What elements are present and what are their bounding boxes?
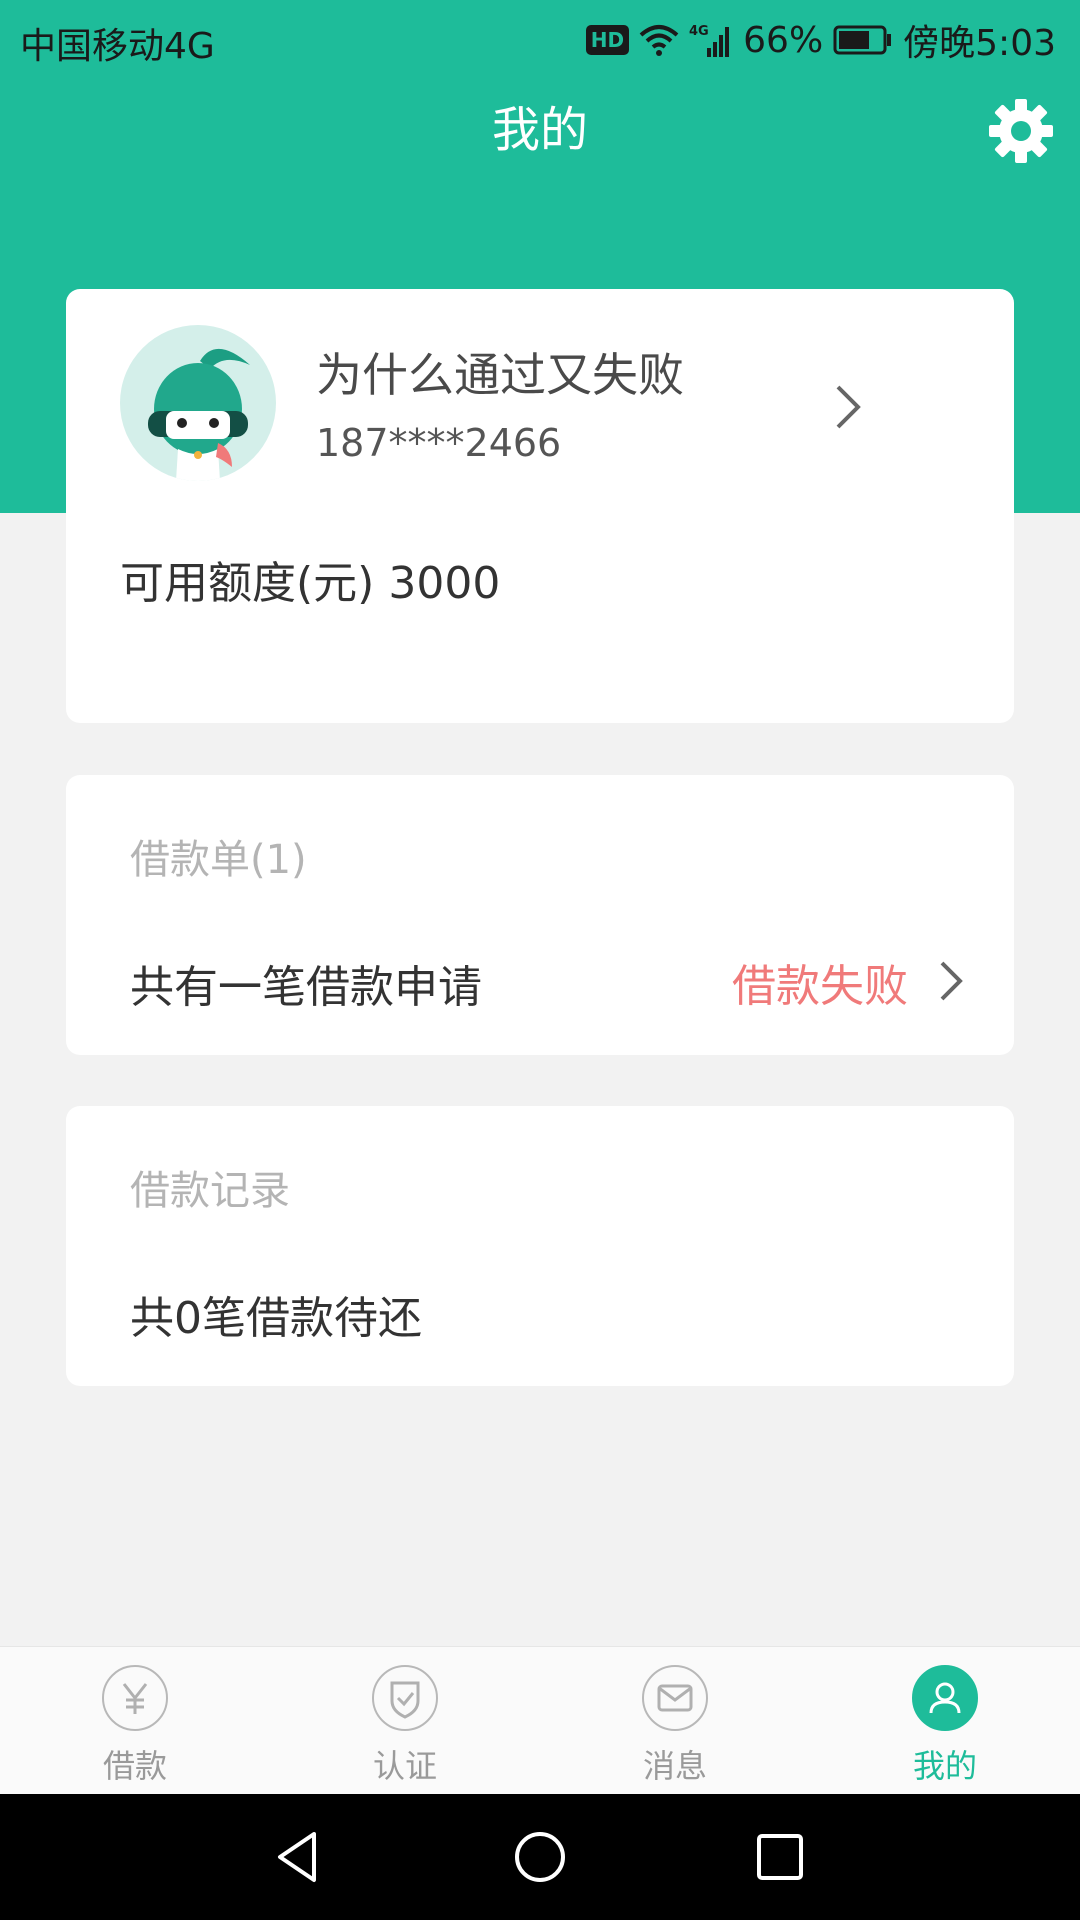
back-icon[interactable] — [266, 1824, 332, 1890]
credit-label: 可用额度(元) — [120, 558, 375, 609]
loan-records-card[interactable]: 借款记录 共0笔借款待还 — [66, 1106, 1014, 1386]
user-name: 为什么通过又失败 — [316, 348, 684, 402]
status-icons: HD 4G 66% 傍晚5:03 — [585, 14, 1056, 66]
tab-verify[interactable]: 认证 — [305, 1647, 505, 1795]
mail-icon — [642, 1665, 708, 1731]
clock: 傍晚5:03 — [903, 23, 1056, 64]
shield-check-icon — [372, 1665, 438, 1731]
settings-button[interactable] — [988, 98, 1054, 164]
svg-text:4G: 4G — [689, 24, 709, 39]
tab-label: 消息 — [642, 1747, 707, 1785]
tab-messages[interactable]: 消息 — [575, 1647, 775, 1795]
bottom-tab-bar: 借款 认证 消息 我的 — [0, 1646, 1080, 1794]
loan-records-heading: 借款记录 — [130, 1168, 290, 1214]
avatar[interactable] — [120, 325, 276, 481]
profile-card[interactable]: 为什么通过又失败 187****2466 可用额度(元) 3000 — [66, 289, 1014, 723]
loan-orders-summary: 共有一笔借款申请 — [130, 962, 482, 1013]
loan-records-summary: 共0笔借款待还 — [130, 1293, 422, 1344]
carrier-label: 中国移动4G — [20, 26, 215, 67]
gear-icon — [989, 99, 1053, 163]
loan-status-badge[interactable]: 借款失败 — [732, 950, 908, 1014]
wifi-icon — [639, 25, 679, 56]
recents-icon[interactable] — [747, 1824, 813, 1890]
battery-percent: 66% — [743, 19, 824, 61]
system-nav-bar — [0, 1794, 1080, 1920]
home-icon[interactable] — [507, 1824, 573, 1890]
status-bar: 中国移动4G HD 4G 66% 傍晚5:03 — [0, 0, 1080, 76]
loan-orders-card[interactable]: 借款单(1) 共有一笔借款申请 借款失败 — [66, 775, 1014, 1055]
loan-orders-heading: 借款单(1) — [130, 837, 307, 883]
chevron-right-icon[interactable] — [934, 955, 968, 1007]
avatar-mascot-icon — [148, 348, 250, 481]
tab-loan[interactable]: 借款 — [35, 1647, 235, 1795]
user-phone: 187****2466 — [316, 421, 562, 465]
hd-icon: HD — [585, 25, 630, 55]
chevron-right-icon[interactable] — [828, 379, 868, 435]
yen-icon — [102, 1665, 168, 1731]
credit-value: 3000 — [388, 558, 501, 609]
credit-row: 可用额度(元) 3000 — [120, 547, 500, 611]
user-icon — [912, 1665, 978, 1731]
tab-mine[interactable]: 我的 — [845, 1647, 1045, 1795]
tab-label: 认证 — [372, 1747, 437, 1785]
page-title: 我的 — [491, 102, 588, 158]
battery-icon — [833, 25, 892, 55]
signal-icon: 4G — [689, 24, 730, 57]
tab-label: 借款 — [102, 1747, 167, 1785]
tab-label: 我的 — [912, 1747, 977, 1785]
